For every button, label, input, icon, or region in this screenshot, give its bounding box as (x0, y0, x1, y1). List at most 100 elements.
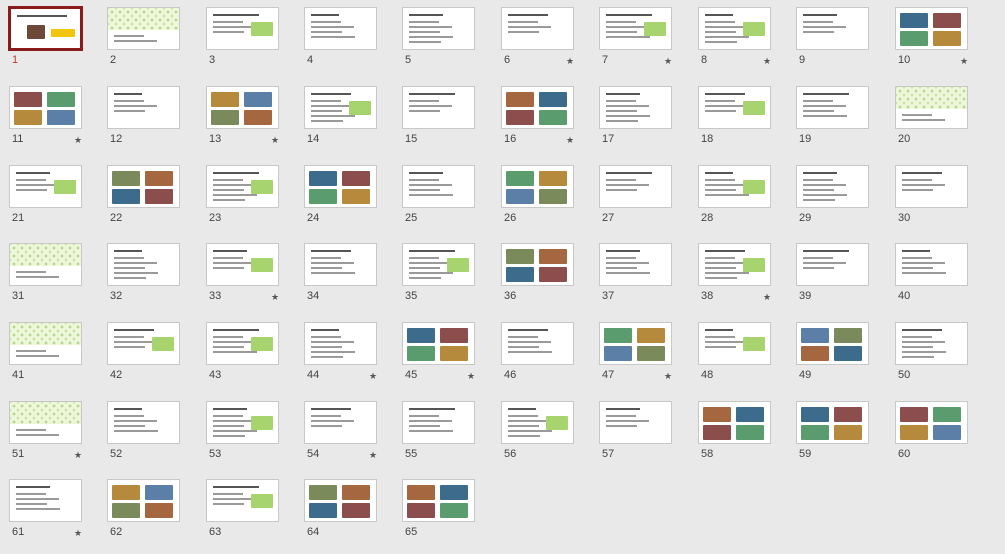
slide-thumbnail[interactable] (304, 479, 377, 522)
slide-thumbnail[interactable] (698, 243, 771, 286)
slide-thumbnail-cell[interactable]: 40 (886, 240, 984, 318)
slide-thumbnail[interactable] (9, 165, 82, 208)
animation-star-icon[interactable]: ★ (566, 135, 574, 146)
slide-thumbnail[interactable] (501, 165, 574, 208)
slide-thumbnail[interactable] (698, 165, 771, 208)
slide-thumbnail[interactable] (206, 7, 279, 50)
slide-thumbnail[interactable] (304, 86, 377, 129)
slide-thumbnail[interactable] (107, 7, 180, 50)
slide-thumbnail-cell[interactable]: 46 (492, 319, 590, 397)
animation-star-icon[interactable]: ★ (74, 528, 82, 539)
slide-thumbnail-cell[interactable]: 7 ★ (590, 4, 688, 82)
slide-thumbnail-cell[interactable]: 35 (393, 240, 491, 318)
slide-thumbnail-cell[interactable]: 54 ★ (295, 398, 393, 476)
slide-thumbnail-cell[interactable]: 62 (98, 476, 196, 554)
slide-thumbnail-cell[interactable]: 13 ★ (197, 83, 295, 161)
slide-thumbnail[interactable] (304, 243, 377, 286)
slide-thumbnail-cell[interactable]: 55 (393, 398, 491, 476)
slide-thumbnail-cell[interactable]: 28 (689, 162, 787, 240)
slide-thumbnail-cell[interactable]: 20 (886, 83, 984, 161)
animation-star-icon[interactable]: ★ (271, 135, 279, 146)
slide-thumbnail-cell[interactable]: 29 (787, 162, 885, 240)
slide-thumbnail[interactable] (895, 401, 968, 444)
slide-thumbnail-cell[interactable]: 18 (689, 83, 787, 161)
slide-thumbnail[interactable] (402, 86, 475, 129)
slide-thumbnail[interactable] (895, 7, 968, 50)
slide-thumbnail[interactable] (107, 401, 180, 444)
slide-thumbnail-cell[interactable]: 43 (197, 319, 295, 397)
slide-thumbnail[interactable] (698, 86, 771, 129)
animation-star-icon[interactable]: ★ (664, 56, 672, 67)
slide-thumbnail[interactable] (895, 322, 968, 365)
slide-thumbnail[interactable] (206, 86, 279, 129)
slide-thumbnail-cell[interactable]: 4 (295, 4, 393, 82)
slide-thumbnail[interactable] (206, 243, 279, 286)
slide-thumbnail[interactable] (501, 243, 574, 286)
slide-thumbnail[interactable] (402, 7, 475, 50)
slide-thumbnail-cell[interactable]: 27 (590, 162, 688, 240)
slide-thumbnail-cell[interactable]: 42 (98, 319, 196, 397)
slide-thumbnail-cell[interactable]: 38 ★ (689, 240, 787, 318)
slide-thumbnail-cell[interactable]: 61 ★ (0, 476, 98, 554)
slide-thumbnail-cell[interactable]: 34 (295, 240, 393, 318)
slide-thumbnail[interactable] (698, 7, 771, 50)
slide-thumbnail[interactable] (895, 243, 968, 286)
slide-thumbnail-cell[interactable]: 50 (886, 319, 984, 397)
slide-thumbnail-cell[interactable]: 23 (197, 162, 295, 240)
slide-thumbnail-cell[interactable]: 33 ★ (197, 240, 295, 318)
slide-thumbnail[interactable] (304, 165, 377, 208)
slide-thumbnail[interactable] (107, 165, 180, 208)
slide-thumbnail-cell[interactable]: 31 (0, 240, 98, 318)
slide-thumbnail[interactable] (599, 322, 672, 365)
slide-thumbnail[interactable] (402, 165, 475, 208)
slide-thumbnail-cell[interactable]: 59 (787, 398, 885, 476)
slide-thumbnail-cell[interactable]: 64 (295, 476, 393, 554)
slide-thumbnail-cell[interactable]: 26 (492, 162, 590, 240)
slide-thumbnail[interactable] (698, 401, 771, 444)
animation-star-icon[interactable]: ★ (960, 56, 968, 67)
slide-thumbnail-cell[interactable]: 24 (295, 162, 393, 240)
slide-thumbnail[interactable] (599, 243, 672, 286)
animation-star-icon[interactable]: ★ (369, 450, 377, 461)
slide-thumbnail[interactable] (599, 7, 672, 50)
slide-thumbnail-cell[interactable]: 58 (689, 398, 787, 476)
slide-thumbnail[interactable] (501, 86, 574, 129)
slide-thumbnail-cell[interactable]: 10 ★ (886, 4, 984, 82)
slide-thumbnail[interactable] (796, 165, 869, 208)
slide-thumbnail[interactable] (304, 7, 377, 50)
slide-thumbnail[interactable] (698, 322, 771, 365)
slide-thumbnail-cell[interactable]: 32 (98, 240, 196, 318)
slide-thumbnail[interactable] (501, 322, 574, 365)
slide-thumbnail[interactable] (206, 165, 279, 208)
animation-star-icon[interactable]: ★ (271, 292, 279, 303)
slide-thumbnail[interactable] (402, 322, 475, 365)
animation-star-icon[interactable]: ★ (74, 135, 82, 146)
slide-thumbnail[interactable] (107, 322, 180, 365)
slide-thumbnail-cell[interactable]: 57 (590, 398, 688, 476)
slide-thumbnail-cell[interactable]: 22 (98, 162, 196, 240)
slide-thumbnail-cell[interactable]: 6 ★ (492, 4, 590, 82)
slide-thumbnail-cell[interactable]: 53 (197, 398, 295, 476)
slide-thumbnail-cell[interactable]: 51 ★ (0, 398, 98, 476)
slide-thumbnail-cell[interactable]: 1 (0, 4, 98, 82)
slide-thumbnail[interactable] (402, 243, 475, 286)
slide-thumbnail-cell[interactable]: 8 ★ (689, 4, 787, 82)
slide-thumbnail-cell[interactable]: 63 (197, 476, 295, 554)
slide-thumbnail-cell[interactable]: 30 (886, 162, 984, 240)
slide-thumbnail-cell[interactable]: 25 (393, 162, 491, 240)
slide-thumbnail[interactable] (206, 322, 279, 365)
slide-thumbnail[interactable] (206, 401, 279, 444)
slide-thumbnail[interactable] (304, 401, 377, 444)
slide-thumbnail[interactable] (796, 86, 869, 129)
slide-thumbnail[interactable] (9, 401, 82, 444)
slide-thumbnail[interactable] (8, 6, 83, 51)
animation-star-icon[interactable]: ★ (467, 371, 475, 382)
slide-thumbnail-cell[interactable]: 47 ★ (590, 319, 688, 397)
slide-thumbnail-cell[interactable]: 49 (787, 319, 885, 397)
slide-thumbnail[interactable] (9, 243, 82, 286)
animation-star-icon[interactable]: ★ (566, 56, 574, 67)
slide-thumbnail[interactable] (895, 86, 968, 129)
animation-star-icon[interactable]: ★ (763, 292, 771, 303)
slide-thumbnail-cell[interactable]: 11 ★ (0, 83, 98, 161)
slide-thumbnail-cell[interactable]: 9 (787, 4, 885, 82)
